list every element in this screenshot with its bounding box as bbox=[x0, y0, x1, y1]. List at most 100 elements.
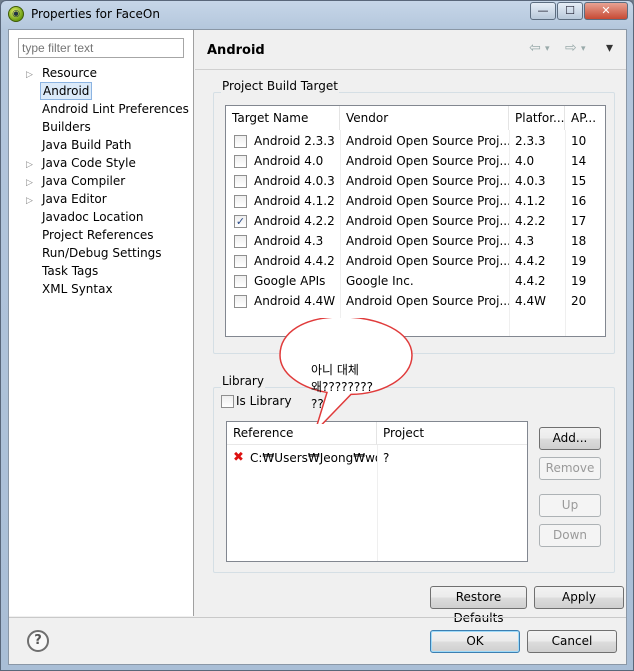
tree-item[interactable]: Builders bbox=[26, 118, 93, 136]
column-header-reference[interactable]: Reference bbox=[227, 422, 377, 445]
vendor-cell: Android Open Source Proj... bbox=[346, 214, 509, 228]
api-cell: 20 bbox=[571, 294, 587, 308]
tree-item-label: Java Compiler bbox=[42, 174, 126, 188]
table-row[interactable]: Android 4.1.2 Android Open Source Proj...… bbox=[226, 191, 605, 211]
restore-defaults-button[interactable]: Restore Defaults bbox=[430, 586, 527, 625]
tree-item-label: Javadoc Location bbox=[42, 210, 144, 224]
target-checkbox[interactable] bbox=[234, 255, 247, 268]
page-title: Android bbox=[207, 43, 265, 58]
vendor-cell: Android Open Source Proj... bbox=[346, 254, 509, 268]
minimize-button[interactable]: — bbox=[530, 2, 556, 20]
tree-item[interactable]: Task Tags bbox=[26, 262, 100, 280]
window-title: Properties for FaceOn bbox=[31, 7, 160, 21]
tree-item-label: Java Build Path bbox=[42, 138, 132, 152]
target-checkbox[interactable] bbox=[234, 195, 247, 208]
target-checkbox[interactable] bbox=[234, 155, 247, 168]
reference-cell: C:₩Users₩Jeong₩wo... bbox=[250, 451, 377, 465]
table-row[interactable]: Android 4.4.2 Android Open Source Proj...… bbox=[226, 251, 605, 271]
target-name-cell: Android 4.4.2 bbox=[254, 254, 335, 268]
ok-button[interactable]: OK bbox=[430, 630, 520, 653]
api-cell: 10 bbox=[571, 134, 587, 148]
tree-item[interactable]: Run/Debug Settings bbox=[26, 244, 164, 262]
target-name-cell: Android 2.3.3 bbox=[254, 134, 335, 148]
library-group-label: Library bbox=[221, 374, 265, 388]
api-cell: 18 bbox=[571, 234, 587, 248]
tree-item[interactable]: Javadoc Location bbox=[26, 208, 145, 226]
target-name-cell: Android 4.2.2 bbox=[254, 214, 335, 228]
table-row[interactable]: Android 4.0.3 Android Open Source Proj...… bbox=[226, 171, 605, 191]
view-menu-icon[interactable]: ▾ bbox=[606, 40, 613, 56]
table-row[interactable]: Android 4.4W Android Open Source Proj... 4… bbox=[226, 291, 605, 311]
speech-bubble-line: 왜???????? bbox=[311, 380, 373, 394]
down-button[interactable]: Down bbox=[539, 524, 601, 547]
tree-item-label: XML Syntax bbox=[42, 282, 113, 296]
column-header-target-name[interactable]: Target Name bbox=[226, 106, 340, 130]
platform-cell: 4.4.2 bbox=[515, 254, 546, 268]
add-button[interactable]: Add... bbox=[539, 427, 601, 450]
tree-item-label: Java Editor bbox=[42, 192, 107, 206]
speech-bubble-line: ?? bbox=[311, 397, 324, 411]
column-header-platform[interactable]: Platfor... bbox=[509, 106, 565, 130]
apply-button[interactable]: Apply bbox=[534, 586, 624, 609]
tree-item[interactable]: ▷ Java Code Style bbox=[26, 154, 138, 172]
target-name-cell: Google APIs bbox=[254, 274, 326, 288]
target-name-cell: Android 4.3 bbox=[254, 234, 324, 248]
forward-icon[interactable]: ⇨ bbox=[565, 40, 577, 56]
remove-button[interactable]: Remove bbox=[539, 457, 601, 480]
cancel-button[interactable]: Cancel bbox=[527, 630, 617, 653]
tree-item[interactable]: ▷ Java Editor bbox=[26, 190, 109, 208]
table-row[interactable]: Android 2.3.3 Android Open Source Proj...… bbox=[226, 131, 605, 151]
speech-bubble-line: 아니 대체 bbox=[311, 363, 359, 377]
vendor-cell: Android Open Source Proj... bbox=[346, 174, 509, 188]
vendor-cell: Android Open Source Proj... bbox=[346, 134, 509, 148]
target-checkbox[interactable] bbox=[234, 135, 247, 148]
build-target-group-label: Project Build Target bbox=[221, 79, 339, 93]
target-checkbox[interactable] bbox=[234, 235, 247, 248]
is-library-checkbox-box[interactable] bbox=[221, 395, 234, 408]
tree-item[interactable]: ▷ Resource bbox=[26, 64, 99, 82]
tree-item[interactable]: ▷ Java Compiler bbox=[26, 172, 127, 190]
target-checkbox[interactable]: ✓ bbox=[234, 215, 247, 228]
api-cell: 15 bbox=[571, 174, 587, 188]
filter-input[interactable] bbox=[18, 38, 184, 58]
up-button[interactable]: Up bbox=[539, 494, 601, 517]
table-row[interactable]: ✓ Android 4.2.2 Android Open Source Proj..… bbox=[226, 211, 605, 231]
help-icon[interactable]: ? bbox=[27, 630, 49, 652]
target-checkbox[interactable] bbox=[234, 295, 247, 308]
platform-cell: 4.4.2 bbox=[515, 274, 546, 288]
table-row[interactable]: Google APIs Google Inc. 4.4.2 19 bbox=[226, 271, 605, 291]
target-name-cell: Android 4.1.2 bbox=[254, 194, 335, 208]
back-icon[interactable]: ⇦ bbox=[529, 40, 541, 56]
column-header-api[interactable]: AP... bbox=[565, 106, 605, 130]
vendor-cell: Android Open Source Proj... bbox=[346, 294, 509, 308]
title-bar[interactable]: ◉ Properties for FaceOn — ☐ ✕ bbox=[1, 1, 633, 27]
eclipse-app-icon: ◉ bbox=[8, 6, 24, 22]
close-button[interactable]: ✕ bbox=[584, 2, 628, 20]
back-menu-icon[interactable]: ▾ bbox=[545, 44, 550, 54]
platform-cell: 4.3 bbox=[515, 234, 535, 248]
tree-item[interactable]: Android bbox=[26, 82, 93, 100]
table-row[interactable]: Android 4.3 Android Open Source Proj... 4.… bbox=[226, 231, 605, 251]
target-checkbox[interactable] bbox=[234, 275, 247, 288]
tree-item-label: Project References bbox=[42, 228, 154, 242]
api-cell: 14 bbox=[571, 154, 587, 168]
tree-item[interactable]: Android Lint Preferences bbox=[26, 100, 191, 118]
platform-cell: 4.0.3 bbox=[515, 174, 546, 188]
forward-menu-icon[interactable]: ▾ bbox=[581, 44, 586, 54]
target-checkbox[interactable] bbox=[234, 175, 247, 188]
tree-item[interactable]: Java Build Path bbox=[26, 136, 133, 154]
maximize-button[interactable]: ☐ bbox=[557, 2, 583, 20]
tree-item[interactable]: XML Syntax bbox=[26, 280, 115, 298]
target-name-cell: Android 4.0 bbox=[254, 154, 324, 168]
build-target-table: Target Name Vendor Platfor... AP... Andr… bbox=[225, 105, 606, 337]
tree-item-label: Run/Debug Settings bbox=[42, 246, 162, 260]
tree-item-label: Task Tags bbox=[42, 264, 99, 278]
column-header-vendor[interactable]: Vendor bbox=[340, 106, 509, 130]
table-row[interactable]: ✖ C:₩Users₩Jeong₩wo... ? bbox=[227, 448, 527, 468]
platform-cell: 4.2.2 bbox=[515, 214, 546, 228]
property-pages-nav: ▷ResourceAndroid Android Lint Preferences… bbox=[9, 30, 194, 616]
footer-separator bbox=[9, 617, 626, 618]
column-header-project[interactable]: Project bbox=[377, 422, 527, 445]
tree-item[interactable]: Project References bbox=[26, 226, 156, 244]
table-row[interactable]: Android 4.0 Android Open Source Proj... 4.… bbox=[226, 151, 605, 171]
